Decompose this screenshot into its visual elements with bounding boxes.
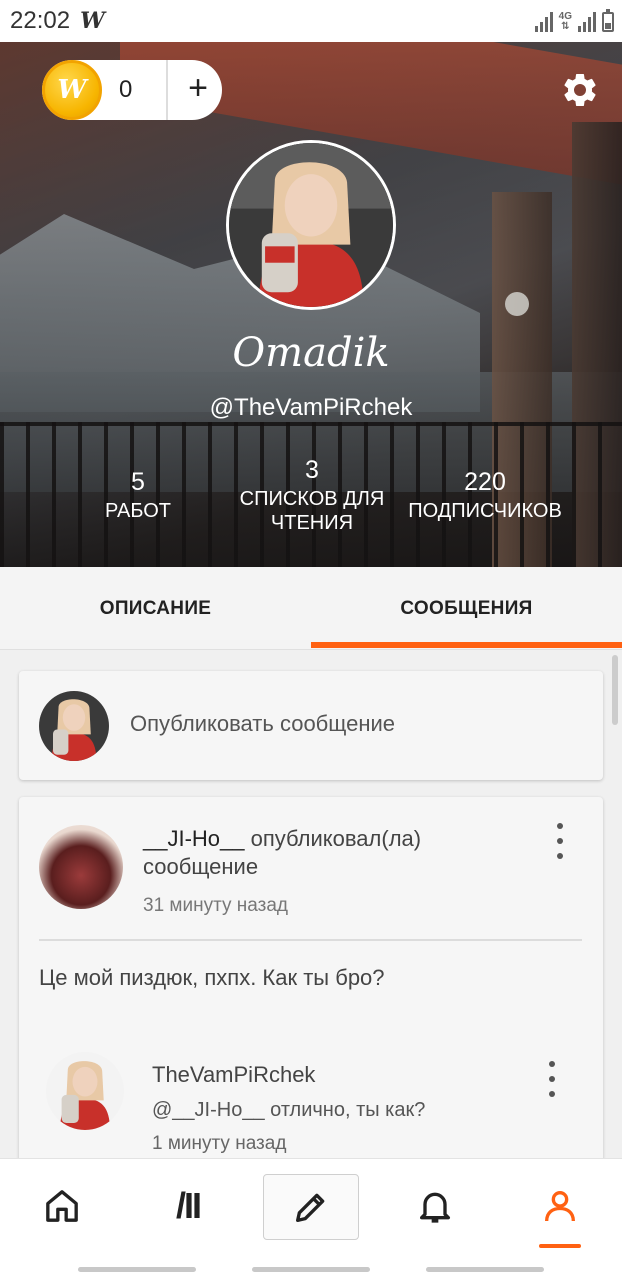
- post-message-placeholder[interactable]: Опубликовать сообщение: [130, 711, 395, 737]
- signal-icon: [534, 12, 553, 32]
- post-box-avatar: [39, 691, 109, 761]
- reply-text: @__JI-Ho__ отлично, ты как?: [152, 1099, 426, 1121]
- message-author-avatar[interactable]: [39, 825, 123, 909]
- reply-author-avatar[interactable]: [46, 1052, 124, 1130]
- status-bar: 22:02 W 4G ⇅: [0, 0, 622, 42]
- nav-profile[interactable]: [512, 1173, 608, 1239]
- post-message-box[interactable]: Опубликовать сообщение: [19, 671, 603, 780]
- post-box-photo: [39, 691, 109, 761]
- stat-works[interactable]: 5 РАБОТ: [88, 467, 188, 523]
- coin-divider: [166, 60, 168, 120]
- message-body: Це мой пиздюк, пхпх. Как ты бро?: [39, 965, 385, 990]
- coin-balance[interactable]: W 0 +: [42, 60, 222, 120]
- browse-icon: /II: [175, 1185, 202, 1226]
- message-action: опубликовал(ла): [244, 826, 422, 851]
- signal-icon-2: [578, 12, 596, 32]
- system-nav-bar-right: [426, 1267, 544, 1272]
- profile-handle: @TheVamPiRchek: [209, 394, 413, 421]
- pencil-icon: [296, 1193, 325, 1222]
- stat-reading-lists[interactable]: 3 СПИСКОВ ДЛЯ ЧТЕНИЯ: [232, 455, 392, 535]
- profile-icon: [545, 1191, 575, 1222]
- nav-write[interactable]: [263, 1174, 359, 1240]
- scrollbar[interactable]: [612, 655, 618, 725]
- reply-author-photo: [46, 1052, 124, 1130]
- data-arrows-icon: ⇅: [561, 21, 570, 32]
- message-action-2: сообщение: [143, 854, 259, 879]
- bell-icon: [420, 1192, 450, 1223]
- profile-header: W 0 + Omadik @TheVamPiRchek 5 РАБОТ 3 СП…: [0, 42, 622, 567]
- system-nav-bar-center: [252, 1267, 370, 1272]
- status-time: 22:02: [10, 7, 71, 34]
- nav-home[interactable]: [14, 1173, 110, 1239]
- stat-reading-lists-label-2: ЧТЕНИЯ: [270, 512, 354, 534]
- network-indicator: 4G ⇅: [559, 12, 572, 32]
- wattpad-status-icon: W: [80, 8, 105, 34]
- stat-reading-lists-value: 3: [305, 456, 319, 484]
- system-nav-bar-left: [78, 1267, 196, 1272]
- coin-icon: W: [42, 60, 102, 120]
- reply-more-icon[interactable]: [540, 1061, 564, 1097]
- message-card: __JI-Ho__ опубликовал(ла) сообщение 31 м…: [19, 797, 603, 1217]
- stat-followers[interactable]: 220 ПОДПИСЧИКОВ: [400, 467, 570, 523]
- profile-display-name: Omadik: [232, 330, 390, 376]
- nav-active-indicator: [539, 1244, 581, 1248]
- header-background-lamp: [505, 292, 529, 316]
- coin-count: 0: [119, 76, 133, 103]
- active-tab-indicator: [311, 642, 622, 648]
- nav-browse[interactable]: /II: [140, 1173, 236, 1239]
- stat-followers-value: 220: [464, 468, 506, 496]
- tab-messages[interactable]: СООБЩЕНИЯ: [311, 567, 622, 650]
- message-header: __JI-Ho__ опубликовал(ла) сообщение: [143, 825, 523, 881]
- message-divider: [39, 939, 582, 941]
- nav-notifications[interactable]: [387, 1173, 483, 1239]
- profile-photo: [229, 143, 393, 307]
- message-more-icon[interactable]: [548, 823, 572, 859]
- reply-author[interactable]: TheVamPiRchek: [152, 1062, 315, 1088]
- profile-avatar[interactable]: [226, 140, 396, 310]
- stat-reading-lists-label-1: СПИСКОВ ДЛЯ: [239, 488, 385, 510]
- tab-about[interactable]: ОПИСАНИЕ: [0, 567, 311, 650]
- stat-works-label: РАБОТ: [104, 500, 171, 522]
- battery-icon: [602, 9, 614, 32]
- buy-coins-button[interactable]: +: [178, 69, 218, 109]
- message-author[interactable]: __JI-Ho__: [143, 826, 245, 851]
- stat-works-value: 5: [131, 468, 145, 496]
- profile-tabs: ОПИСАНИЕ СООБЩЕНИЯ: [0, 567, 622, 650]
- settings-gear-icon[interactable]: [560, 70, 600, 110]
- reply-time: 1 минуту назад: [152, 1133, 287, 1154]
- bottom-navigation: /II: [0, 1158, 622, 1280]
- home-icon: [46, 1190, 78, 1222]
- status-indicators: 4G ⇅: [534, 9, 614, 32]
- stat-followers-label: ПОДПИСЧИКОВ: [408, 500, 562, 522]
- message-time: 31 минуту назад: [143, 895, 288, 916]
